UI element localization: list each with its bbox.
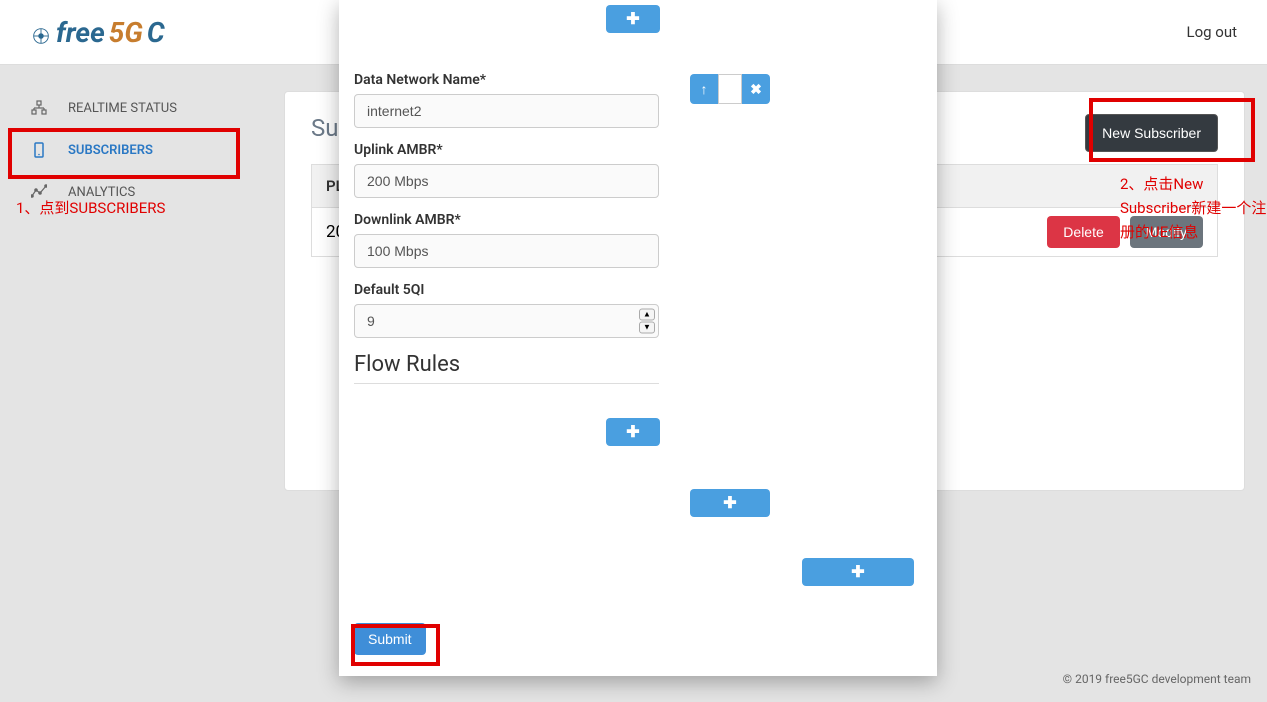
reorder-controls: ↑ ✖ xyxy=(690,74,770,104)
subscriber-modal: ✚ ↑ ✖ Data Network Name* Uplink AMBR* Do… xyxy=(339,0,937,676)
qi-input[interactable] xyxy=(354,304,659,338)
delete-button[interactable]: Delete xyxy=(1047,216,1119,248)
dnn-label: Data Network Name* xyxy=(354,72,659,88)
logo-text-2: 5G xyxy=(109,16,143,49)
add-flow-rule-button[interactable]: ✚ xyxy=(606,418,660,446)
logout-link[interactable]: Log out xyxy=(1186,23,1237,41)
dnn-input[interactable] xyxy=(354,94,659,128)
logo-text-3: C xyxy=(147,16,165,49)
downlink-input[interactable] xyxy=(354,234,659,268)
logo-text-1: free xyxy=(56,16,105,49)
add-button-top[interactable]: ✚ xyxy=(606,5,660,33)
footer-text: © 2019 free5GC development team xyxy=(1063,672,1251,686)
annotation-text-2: 2、点击New Subscriber新建一个注册的UE信息 xyxy=(1120,172,1267,244)
close-icon: ✖ xyxy=(750,81,762,97)
logo-icon xyxy=(30,21,52,43)
move-up-button[interactable]: ↑ xyxy=(690,74,718,104)
plus-icon: ✚ xyxy=(723,493,736,513)
sidebar: REALTIME STATUS SUBSCRIBERS ANALYTICS xyxy=(0,65,262,702)
add-section-button-2[interactable]: ✚ xyxy=(802,558,914,586)
uplink-label: Uplink AMBR* xyxy=(354,142,659,158)
logo: free5GC xyxy=(30,16,165,49)
submit-button[interactable]: Submit xyxy=(354,623,426,655)
plus-icon: ✚ xyxy=(626,9,639,29)
sidebar-item-realtime[interactable]: REALTIME STATUS xyxy=(0,87,262,129)
uplink-input[interactable] xyxy=(354,164,659,198)
qi-label: Default 5QI xyxy=(354,282,659,298)
status-icon xyxy=(30,99,48,117)
mobile-icon xyxy=(30,141,48,159)
plus-icon: ✚ xyxy=(851,562,864,582)
flow-rules-title: Flow Rules xyxy=(354,352,659,384)
downlink-label: Downlink AMBR* xyxy=(354,212,659,228)
new-subscriber-button[interactable]: New Subscriber xyxy=(1085,114,1218,152)
qi-decrement[interactable]: ▼ xyxy=(639,322,655,334)
add-section-button-1[interactable]: ✚ xyxy=(690,489,770,517)
sidebar-label: REALTIME STATUS xyxy=(68,101,177,116)
sidebar-item-subscribers[interactable]: SUBSCRIBERS xyxy=(0,129,262,171)
annotation-text-1: 1、点到SUBSCRIBERS xyxy=(16,196,165,220)
arrow-up-icon: ↑ xyxy=(701,81,708,97)
plus-icon: ✚ xyxy=(626,422,639,442)
sidebar-label: SUBSCRIBERS xyxy=(68,143,153,158)
move-down-button[interactable] xyxy=(718,74,742,104)
qi-increment[interactable]: ▲ xyxy=(639,309,655,321)
remove-button[interactable]: ✖ xyxy=(742,74,770,104)
